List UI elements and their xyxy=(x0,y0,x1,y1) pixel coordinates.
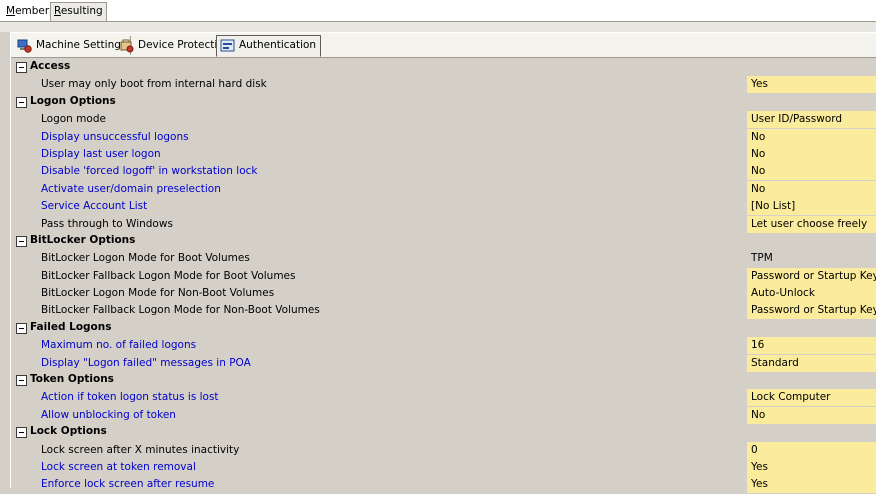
tab-machine-settings[interactable]: Machine Settings xyxy=(14,36,132,55)
top-tab-bar: Members Resulting xyxy=(0,0,876,22)
setting-value[interactable]: No xyxy=(747,406,876,424)
setting-label: Lock screen at token removal xyxy=(41,460,196,473)
setting-value[interactable]: Password or Startup Key xyxy=(747,267,876,285)
setting-row[interactable]: Allow unblocking of token No xyxy=(16,406,876,424)
setting-row[interactable]: Pass through to Windows Let user choose … xyxy=(16,215,876,233)
setting-label: Display last user logon xyxy=(41,147,161,160)
setting-value[interactable]: TPM xyxy=(747,250,876,268)
section-token-options[interactable]: Token Options xyxy=(16,372,876,389)
setting-row[interactable]: Enforce lock screen after resume Yes xyxy=(16,476,876,494)
setting-row[interactable]: Lock screen after X minutes inactivity 0 xyxy=(16,441,876,459)
setting-row[interactable]: Logon mode User ID/Password xyxy=(16,111,876,129)
collapse-icon[interactable] xyxy=(16,96,27,108)
setting-label: Disable 'forced logoff' in workstation l… xyxy=(41,165,258,178)
setting-label: BitLocker Fallback Logon Mode for Boot V… xyxy=(41,269,296,282)
setting-value[interactable]: [No List] xyxy=(747,198,876,216)
authentication-icon xyxy=(220,39,235,52)
setting-value[interactable]: Lock Computer xyxy=(747,389,876,407)
collapse-icon[interactable] xyxy=(16,375,27,387)
sub-tab-bar: Machine Settings Device Protection Authe… xyxy=(11,33,876,58)
tab-authentication[interactable]: Authentication xyxy=(216,35,322,57)
tab-gap xyxy=(0,22,876,32)
setting-value[interactable]: Yes xyxy=(747,458,876,476)
setting-value[interactable]: 16 xyxy=(747,337,876,355)
section-lock-options[interactable]: Lock Options xyxy=(16,424,876,441)
collapse-icon[interactable] xyxy=(16,427,27,439)
setting-label: Action if token logon status is lost xyxy=(41,391,219,404)
setting-value[interactable]: No xyxy=(747,145,876,163)
setting-row[interactable]: BitLocker Logon Mode for Boot Volumes TP… xyxy=(16,250,876,268)
setting-row[interactable]: Display unsuccessful logons No xyxy=(16,128,876,146)
setting-row[interactable]: BitLocker Logon Mode for Non-Boot Volume… xyxy=(16,285,876,303)
setting-label: Service Account List xyxy=(41,200,148,213)
setting-row[interactable]: BitLocker Fallback Logon Mode for Non-Bo… xyxy=(16,302,876,320)
section-failed-logons[interactable]: Failed Logons xyxy=(16,320,876,337)
section-logon-options[interactable]: Logon Options xyxy=(16,94,876,111)
setting-value[interactable]: Auto-Unlock xyxy=(747,285,876,303)
setting-label: Display "Logon failed" messages in POA xyxy=(41,356,251,369)
collapse-icon[interactable] xyxy=(16,235,27,247)
setting-label: Lock screen after X minutes inactivity xyxy=(41,443,240,456)
collapse-icon[interactable] xyxy=(16,322,27,334)
setting-row[interactable]: Action if token logon status is lost Loc… xyxy=(16,389,876,407)
setting-value[interactable]: No xyxy=(747,180,876,198)
device-protection-icon xyxy=(120,39,134,53)
setting-label: User may only boot from internal hard di… xyxy=(41,78,267,91)
setting-row[interactable]: Service Account List [No List] xyxy=(16,198,876,216)
setting-label: BitLocker Fallback Logon Mode for Non-Bo… xyxy=(41,304,320,317)
setting-label: Display unsuccessful logons xyxy=(41,130,189,143)
setting-label: Activate user/domain preselection xyxy=(41,182,221,195)
setting-value[interactable]: Standard xyxy=(747,354,876,372)
setting-value[interactable]: User ID/Password xyxy=(747,111,876,129)
setting-value[interactable]: No xyxy=(747,163,876,181)
setting-value[interactable]: Yes xyxy=(747,476,876,494)
setting-value[interactable]: No xyxy=(747,128,876,146)
setting-value[interactable]: 0 xyxy=(747,441,876,459)
section-access[interactable]: Access xyxy=(16,59,876,76)
setting-row[interactable]: Display last user logon No xyxy=(16,145,876,163)
setting-value[interactable]: Let user choose freely xyxy=(747,215,876,233)
setting-label: Allow unblocking of token xyxy=(41,408,176,421)
tab-resulting[interactable]: Resulting xyxy=(50,2,107,21)
section-bitlocker-options[interactable]: BitLocker Options xyxy=(16,233,876,250)
policy-panel: Machine Settings Device Protection Authe… xyxy=(10,32,876,494)
setting-row[interactable]: User may only boot from internal hard di… xyxy=(16,76,876,94)
setting-label: Pass through to Windows xyxy=(41,217,173,230)
setting-label: Enforce lock screen after resume xyxy=(41,478,215,491)
machine-settings-icon xyxy=(17,39,32,53)
setting-row[interactable]: Maximum no. of failed logons 16 xyxy=(16,337,876,355)
setting-value[interactable]: Password or Startup Key xyxy=(747,302,876,320)
setting-label: BitLocker Logon Mode for Non-Boot Volume… xyxy=(41,287,275,300)
setting-row[interactable]: Display "Logon failed" messages in POA S… xyxy=(16,354,876,372)
setting-label: BitLocker Logon Mode for Boot Volumes xyxy=(41,252,250,265)
setting-row[interactable]: Activate user/domain preselection No xyxy=(16,180,876,198)
setting-value[interactable]: Yes xyxy=(747,76,876,94)
setting-row[interactable]: Lock screen at token removal Yes xyxy=(16,458,876,476)
setting-row[interactable]: BitLocker Fallback Logon Mode for Boot V… xyxy=(16,267,876,285)
setting-label: Maximum no. of failed logons xyxy=(41,339,197,352)
collapse-icon[interactable] xyxy=(16,62,27,73)
settings-tree: Access User may only boot from internal … xyxy=(16,59,876,494)
setting-label: Logon mode xyxy=(41,113,106,126)
setting-row[interactable]: Disable 'forced logoff' in workstation l… xyxy=(16,163,876,181)
